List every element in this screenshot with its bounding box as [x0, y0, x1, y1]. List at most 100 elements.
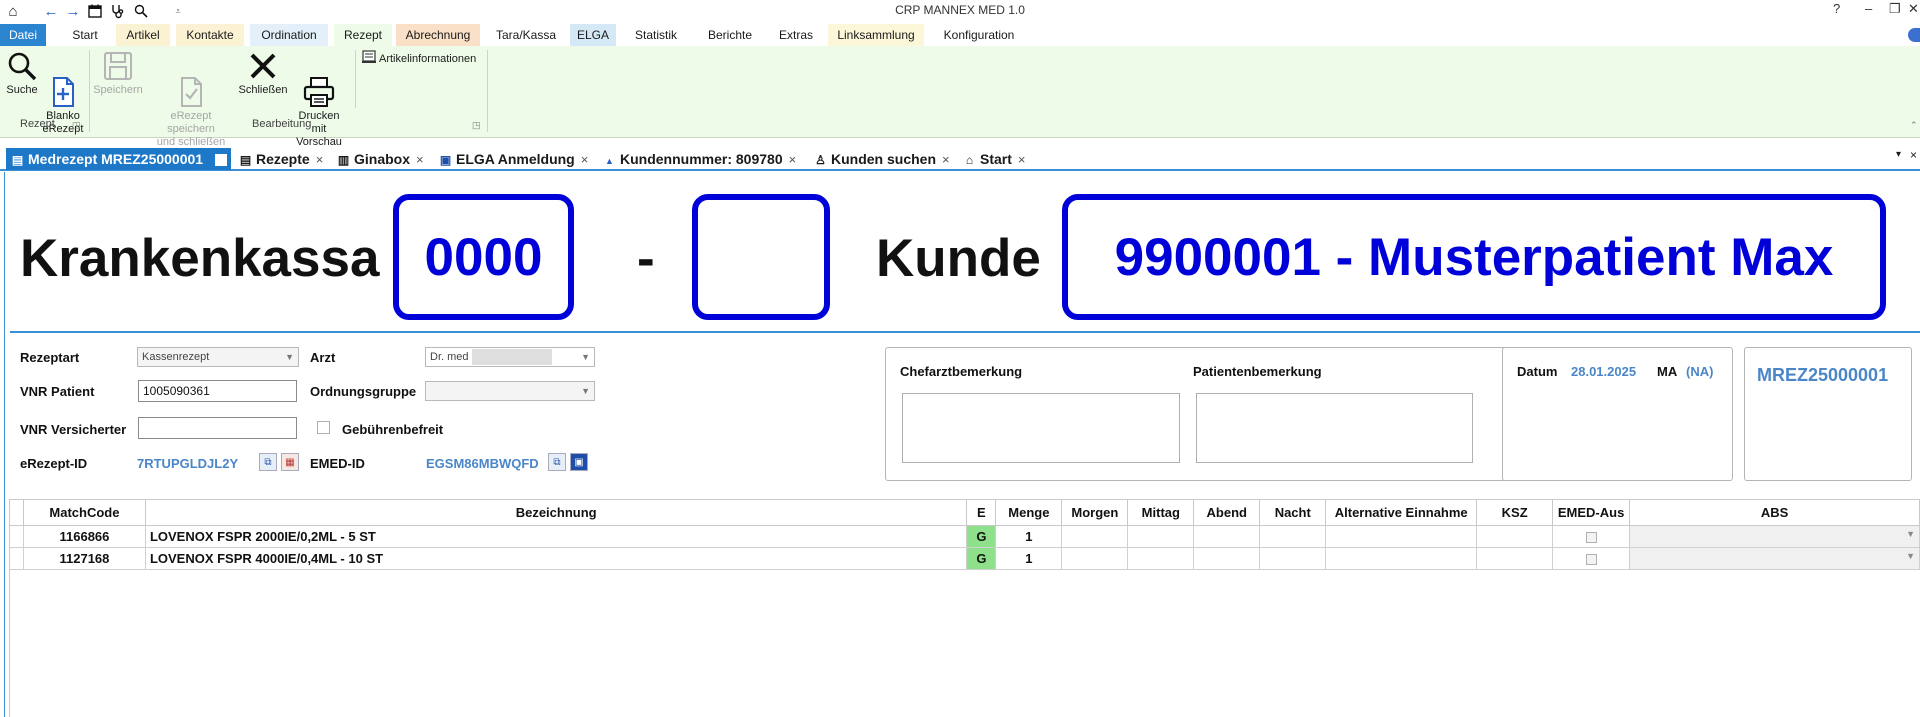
row-selector[interactable]	[9, 547, 24, 570]
cell-bezeichnung[interactable]: LOVENOX FSPR 4000IE/0,4ML - 10 ST	[144, 547, 968, 570]
vnr-patient-input[interactable]: 1005090361	[138, 380, 297, 402]
menu-start[interactable]: Start	[60, 24, 110, 46]
gebuehrenbefreit-checkbox[interactable]	[317, 421, 330, 434]
copy-icon[interactable]: ⧉	[548, 453, 566, 471]
emed-aus-checkbox[interactable]	[1585, 554, 1597, 566]
cell-alternative-einnahme[interactable]	[1325, 547, 1478, 570]
row-selector[interactable]	[9, 525, 24, 548]
elga-icon[interactable]: ▣	[570, 453, 588, 471]
article-info-button[interactable]: Artikelinformationen	[362, 50, 482, 68]
collapse-ribbon-icon[interactable]: ⌃	[1910, 120, 1918, 131]
krankenkassa-box[interactable]: 0000	[393, 194, 574, 320]
help-icon[interactable]: ?	[1833, 1, 1840, 16]
menu-elga[interactable]: ELGA	[570, 24, 616, 46]
arzt-select[interactable]: Dr. med ▼	[425, 347, 595, 367]
tab-medrezept[interactable]: ▤ Medrezept MREZ25000001	[6, 148, 231, 170]
col-e[interactable]: E	[966, 499, 997, 526]
cell-alternative-einnahme[interactable]	[1325, 525, 1478, 548]
menu-ordination[interactable]: Ordination	[250, 24, 328, 46]
close-icon[interactable]: ×	[416, 152, 424, 167]
erezept-id-value[interactable]: 7RTUPGLDJL2Y	[137, 456, 238, 471]
menu-tara-kassa[interactable]: Tara/Kassa	[486, 24, 566, 46]
cell-abend[interactable]	[1193, 547, 1261, 570]
close-icon[interactable]: ×	[1018, 152, 1026, 167]
table-row[interactable]: 1127168 LOVENOX FSPR 4000IE/0,4ML - 10 S…	[9, 547, 1920, 570]
col-bezeichnung[interactable]: Bezeichnung	[144, 499, 968, 526]
chefarzt-textarea[interactable]	[902, 393, 1180, 463]
cell-mittag[interactable]	[1127, 525, 1195, 548]
cell-matchcode[interactable]: 1166866	[22, 525, 146, 548]
menu-abrechnung[interactable]: Abrechnung	[396, 24, 480, 46]
tab-kunden-suchen[interactable]: ♙ Kunden suchen ×	[813, 148, 950, 170]
menu-konfiguration[interactable]: Konfiguration	[934, 24, 1024, 46]
menu-datei[interactable]: Datei	[0, 24, 46, 46]
tab-start[interactable]: ⌂ Start ×	[962, 148, 1026, 170]
restore-icon[interactable]: ❐	[1889, 1, 1901, 17]
cell-bezeichnung[interactable]: LOVENOX FSPR 2000IE/0,2ML - 5 ST	[144, 525, 968, 548]
cell-morgen[interactable]	[1061, 525, 1129, 548]
col-abend[interactable]: Abend	[1193, 499, 1261, 526]
cell-menge[interactable]: 1	[995, 547, 1063, 570]
col-abs[interactable]: ABS	[1629, 499, 1920, 526]
emed-id-value[interactable]: EGSM86MBWQFD	[426, 456, 539, 471]
minimize-icon[interactable]: –	[1865, 1, 1872, 16]
close-icon[interactable]: ✕	[1908, 1, 1919, 17]
close-icon[interactable]: ×	[789, 152, 797, 167]
col-alternative-einnahme[interactable]: Alternative Einnahme	[1325, 499, 1478, 526]
col-menge[interactable]: Menge	[995, 499, 1063, 526]
menu-linksammlung[interactable]: Linksammlung	[828, 24, 924, 46]
cell-morgen[interactable]	[1061, 547, 1129, 570]
pin-icon[interactable]	[214, 154, 227, 167]
close-all-icon[interactable]: ×	[1910, 148, 1917, 162]
cell-nacht[interactable]	[1259, 547, 1327, 570]
ordnungsgruppe-select[interactable]: ▼	[425, 381, 595, 401]
close-icon[interactable]: ×	[942, 152, 950, 167]
cell-emed-aus[interactable]	[1552, 547, 1631, 570]
menu-rezept[interactable]: Rezept	[334, 24, 392, 46]
copy-icon[interactable]: ⧉	[259, 453, 277, 471]
tab-elga-anmeldung[interactable]: ▣ ELGA Anmeldung ×	[438, 148, 589, 170]
table-row[interactable]: 1166866 LOVENOX FSPR 2000IE/0,2ML - 5 ST…	[9, 525, 1920, 548]
print-preview-button[interactable]: Drucken mit Vorschau	[290, 50, 348, 149]
tab-ginabox[interactable]: ▥ Ginabox ×	[336, 148, 424, 170]
tab-rezepte[interactable]: ▤ Rezepte ×	[238, 148, 323, 170]
kunde-box[interactable]: 9900001 - Musterpatient Max	[1062, 194, 1886, 320]
col-morgen[interactable]: Morgen	[1061, 499, 1129, 526]
cell-abs[interactable]: ▼	[1629, 547, 1920, 570]
cell-menge[interactable]: 1	[995, 525, 1063, 548]
emed-aus-checkbox[interactable]	[1585, 532, 1597, 544]
close-button[interactable]: Schließen	[238, 50, 288, 97]
menu-artikel[interactable]: Artikel	[116, 24, 170, 46]
col-ksz[interactable]: KSZ	[1476, 499, 1554, 526]
second-code-box[interactable]	[692, 194, 830, 320]
col-mittag[interactable]: Mittag	[1127, 499, 1195, 526]
menu-berichte[interactable]: Berichte	[696, 24, 764, 46]
search-button[interactable]: Suche	[4, 50, 40, 97]
patient-remark-textarea[interactable]	[1196, 393, 1473, 463]
close-icon[interactable]: ×	[581, 152, 589, 167]
tab-list-icon[interactable]: ▾	[1896, 149, 1901, 160]
cell-matchcode[interactable]: 1127168	[22, 547, 146, 570]
col-emed-aus[interactable]: EMED-Aus	[1552, 499, 1631, 526]
group-launcher-icon[interactable]: ◳	[472, 120, 481, 131]
menu-kontakte[interactable]: Kontakte	[176, 24, 244, 46]
vnr-versicherter-input[interactable]	[138, 417, 297, 439]
cell-mittag[interactable]	[1127, 547, 1195, 570]
cell-abs[interactable]: ▼	[1629, 525, 1920, 548]
save-button[interactable]: Speichern	[92, 50, 144, 97]
group-launcher-icon[interactable]: ◳	[72, 120, 81, 131]
cell-e[interactable]: G	[966, 547, 997, 570]
cell-ksz[interactable]	[1476, 547, 1554, 570]
info-icon[interactable]	[1908, 28, 1920, 42]
cell-ksz[interactable]	[1476, 525, 1554, 548]
menu-extras[interactable]: Extras	[772, 24, 820, 46]
col-nacht[interactable]: Nacht	[1259, 499, 1327, 526]
cell-emed-aus[interactable]	[1552, 525, 1631, 548]
col-matchcode[interactable]: MatchCode	[22, 499, 146, 526]
cell-nacht[interactable]	[1259, 525, 1327, 548]
save-erezept-close-button[interactable]: eRezept speichern und schließen	[146, 50, 236, 149]
tab-kundennummer[interactable]: ▲ Kundennummer: 809780 ×	[602, 148, 796, 170]
close-icon[interactable]: ×	[316, 152, 324, 167]
cell-abend[interactable]	[1193, 525, 1261, 548]
pdf-icon[interactable]: ▦	[281, 453, 299, 471]
